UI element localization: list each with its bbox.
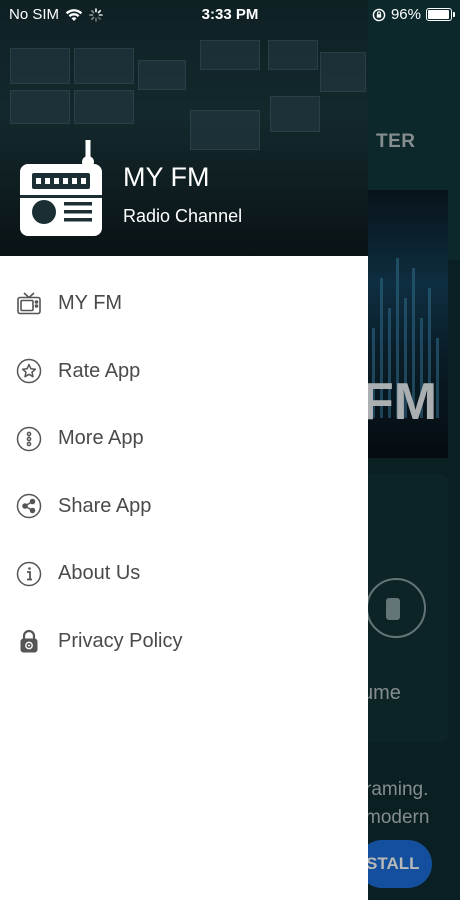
navigation-drawer: MY FM Radio Channel MY FM Rate App More …	[0, 0, 368, 900]
menu-item-privacy-policy[interactable]: Privacy Policy	[0, 608, 368, 676]
menu-item-label: About Us	[58, 562, 141, 585]
share-icon	[16, 493, 42, 519]
menu-item-more-app[interactable]: More App	[0, 405, 368, 473]
menu-item-label: Rate App	[58, 359, 141, 382]
lock-icon	[16, 628, 42, 654]
drawer-header: MY FM Radio Channel	[0, 0, 368, 256]
orientation-lock-icon	[372, 8, 386, 21]
more-dots-icon	[16, 426, 42, 452]
menu-item-my-fm[interactable]: MY FM	[0, 270, 368, 338]
menu-item-rate-app[interactable]: Rate App	[0, 338, 368, 406]
drawer-app-subtitle: Radio Channel	[123, 206, 243, 226]
battery-icon	[426, 8, 455, 21]
star-icon	[16, 358, 42, 384]
status-bar: No SIM 3:33 PM 96%	[0, 0, 460, 30]
tv-icon	[16, 291, 42, 317]
menu-item-label: MY FM	[58, 292, 123, 315]
battery-percent: 96%	[390, 6, 421, 23]
menu-item-share-app[interactable]: Share App	[0, 473, 368, 541]
menu-item-about-us[interactable]: About Us	[0, 540, 368, 608]
menu-item-label: Privacy Policy	[58, 629, 183, 652]
drawer-menu: MY FM Rate App More App Share App About …	[0, 270, 368, 675]
menu-item-label: More App	[58, 427, 144, 450]
info-icon	[16, 561, 42, 587]
menu-item-label: Share App	[58, 494, 152, 517]
drawer-app-name: MY FM	[123, 162, 210, 192]
radio-logo-icon	[20, 140, 102, 236]
